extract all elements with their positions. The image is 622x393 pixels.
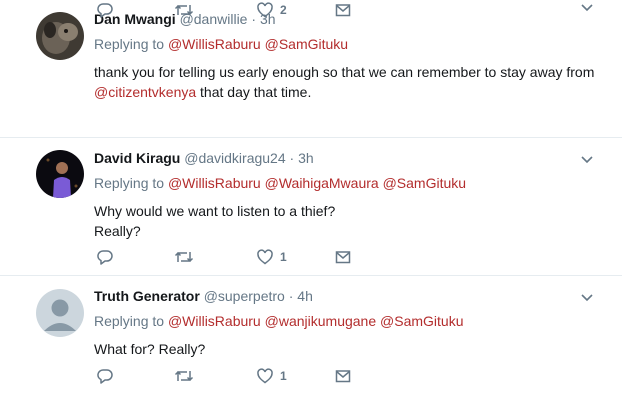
replying-to: Replying to @WillisRaburu @WaihigaMwaura… — [94, 174, 606, 192]
display-name[interactable]: David Kiragu — [94, 150, 180, 166]
tweet-content: Truth Generator @superpetro · 4h Replyin… — [94, 287, 606, 359]
timestamp[interactable]: 3h — [298, 150, 314, 166]
reply-icon — [96, 367, 114, 385]
retweet-icon — [174, 248, 194, 266]
like-count: 1 — [280, 250, 287, 264]
reply-feed: Dan Mwangi @danwillie · 3h Replying to @… — [0, 0, 622, 393]
tweet-text: Why would we want to listen to a thief? … — [94, 201, 606, 241]
reply-button[interactable] — [96, 0, 114, 20]
separator: · — [289, 150, 295, 166]
tweet-text-line: Why would we want to listen to a thief? — [94, 203, 336, 219]
direct-message-button[interactable] — [334, 366, 352, 386]
mention-link[interactable]: @WillisRaburu — [168, 36, 261, 52]
tweet-actions: 1 — [94, 366, 394, 386]
tweet-content: Dan Mwangi @danwillie · 3h Replying to @… — [94, 10, 606, 102]
tweet-text-line: thank you for telling us early enough so… — [94, 64, 595, 80]
tweet-text: thank you for telling us early enough so… — [94, 62, 606, 102]
like-count: 2 — [280, 3, 287, 17]
chevron-down-icon[interactable] — [580, 0, 594, 14]
tweet-header: Truth Generator @superpetro · 4h — [94, 287, 606, 305]
avatar[interactable] — [36, 150, 84, 198]
retweet-icon — [174, 367, 194, 385]
mention-link[interactable]: @WillisRaburu — [168, 175, 261, 191]
mention-link[interactable]: @citizentvkenya — [94, 84, 196, 100]
direct-message-button[interactable] — [334, 0, 352, 20]
envelope-icon — [334, 367, 352, 385]
user-handle[interactable]: @superpetro — [204, 288, 285, 304]
avatar[interactable] — [36, 12, 84, 60]
like-button[interactable]: 1 — [256, 247, 287, 267]
chevron-down-icon[interactable] — [580, 290, 594, 304]
tweet-text-line: that day that time. — [196, 84, 312, 100]
user-handle[interactable]: @davidkiragu24 — [184, 150, 285, 166]
heart-icon — [256, 1, 274, 19]
retweet-icon — [174, 1, 194, 19]
retweet-button[interactable] — [174, 247, 194, 267]
replying-to: Replying to @WillisRaburu @wanjikumugane… — [94, 312, 606, 330]
replying-to: Replying to @WillisRaburu @SamGituku — [94, 35, 606, 53]
reply-icon — [96, 248, 114, 266]
retweet-button[interactable] — [174, 366, 194, 386]
chevron-down-icon[interactable] — [580, 152, 594, 166]
reply-button[interactable] — [96, 247, 114, 267]
display-name[interactable]: Truth Generator — [94, 288, 200, 304]
like-count: 1 — [280, 369, 287, 383]
tweet-text-line: What for? Really? — [94, 341, 206, 357]
reply-button[interactable] — [96, 366, 114, 386]
like-button[interactable]: 2 — [256, 0, 287, 20]
mention-link[interactable]: @WaihigaMwaura — [265, 175, 379, 191]
tweet[interactable]: Dan Mwangi @danwillie · 3h Replying to @… — [0, 0, 622, 138]
tweet-text-line: Really? — [94, 223, 141, 239]
replying-to-label: Replying to — [94, 313, 165, 329]
mention-link[interactable]: @SamGituku — [383, 175, 466, 191]
retweet-button[interactable] — [174, 0, 194, 20]
tweet-content: David Kiragu @davidkiragu24 · 3h Replyin… — [94, 149, 606, 241]
mention-link[interactable]: @WillisRaburu — [168, 313, 261, 329]
envelope-icon — [334, 248, 352, 266]
tweet-text: What for? Really? — [94, 339, 606, 359]
mention-link[interactable]: @SamGituku — [265, 36, 348, 52]
like-button[interactable]: 1 — [256, 366, 287, 386]
mention-link[interactable]: @wanjikumugane — [265, 313, 377, 329]
envelope-icon — [334, 1, 352, 19]
avatar[interactable] — [36, 289, 84, 337]
tweet-header: David Kiragu @davidkiragu24 · 3h — [94, 149, 606, 167]
heart-icon — [256, 367, 274, 385]
replying-to-label: Replying to — [94, 36, 165, 52]
separator: · — [288, 288, 294, 304]
mention-link[interactable]: @SamGituku — [380, 313, 463, 329]
tweet-actions: 2 — [94, 0, 394, 20]
heart-icon — [256, 248, 274, 266]
tweet-actions: 1 — [94, 247, 394, 267]
replying-to-label: Replying to — [94, 175, 165, 191]
direct-message-button[interactable] — [334, 247, 352, 267]
reply-icon — [96, 1, 114, 19]
timestamp[interactable]: 4h — [297, 288, 313, 304]
